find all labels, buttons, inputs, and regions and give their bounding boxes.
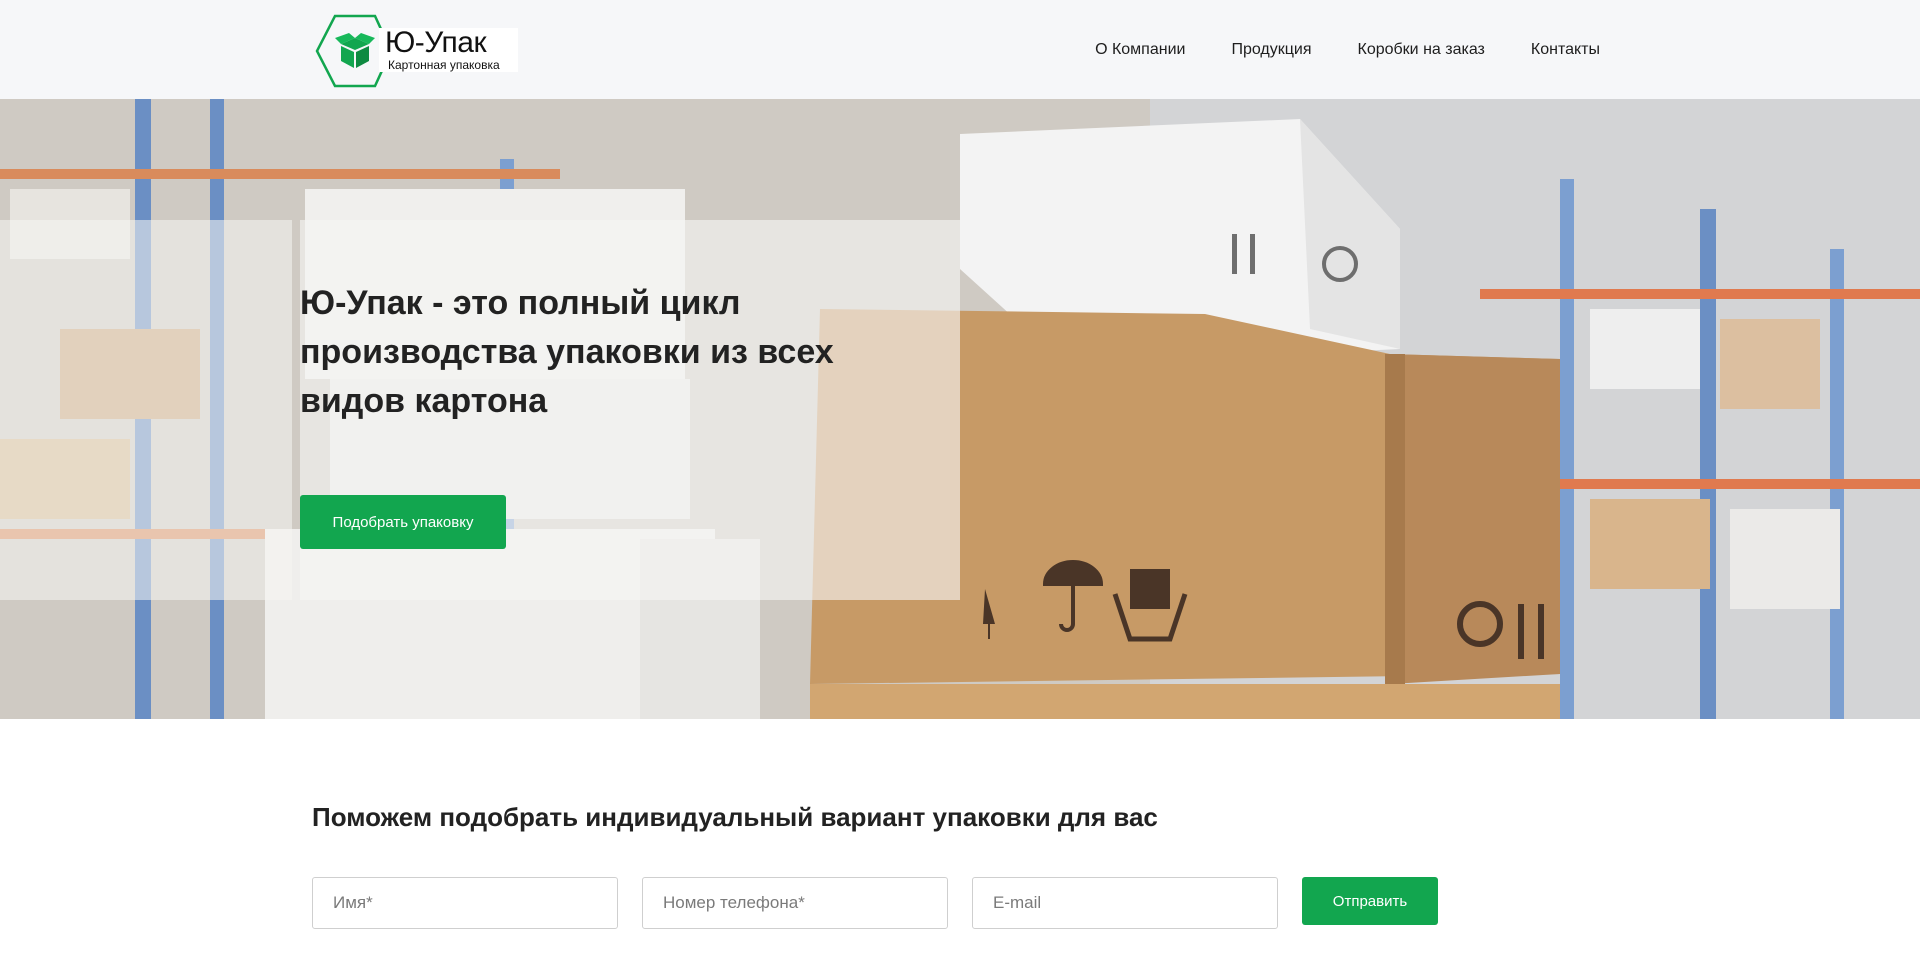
logo-subtitle: Картонная упаковка: [388, 58, 500, 72]
nav-item-contacts[interactable]: Контакты: [1531, 39, 1600, 61]
hero-overlay-left: [0, 220, 292, 600]
submit-button[interactable]: Отправить: [1302, 877, 1438, 925]
nav-item-custom-boxes[interactable]: Коробки на заказ: [1358, 39, 1485, 61]
logo[interactable]: Ю-Упак Картонная упаковка: [313, 14, 518, 88]
logo-title: Ю-Упак: [385, 26, 487, 59]
phone-field[interactable]: [642, 877, 948, 929]
site-header: Ю-Упак Картонная упаковка О Компании Про…: [0, 0, 1920, 99]
nav-item-products[interactable]: Продукция: [1231, 39, 1311, 61]
name-field[interactable]: [312, 877, 618, 929]
section-title: Поможем подобрать индивидуальный вариант…: [312, 802, 1158, 832]
hero-title: Ю-Упак - это полный цикл производства уп…: [300, 284, 834, 420]
choose-packaging-button[interactable]: Подобрать упаковку: [300, 495, 506, 549]
email-field[interactable]: [972, 877, 1278, 929]
main-nav: О Компании Продукция Коробки на заказ Ко…: [1095, 39, 1600, 61]
hero-banner: Ю-Упак - это полный цикл производства уп…: [0, 99, 1920, 719]
nav-item-about[interactable]: О Компании: [1095, 39, 1185, 61]
